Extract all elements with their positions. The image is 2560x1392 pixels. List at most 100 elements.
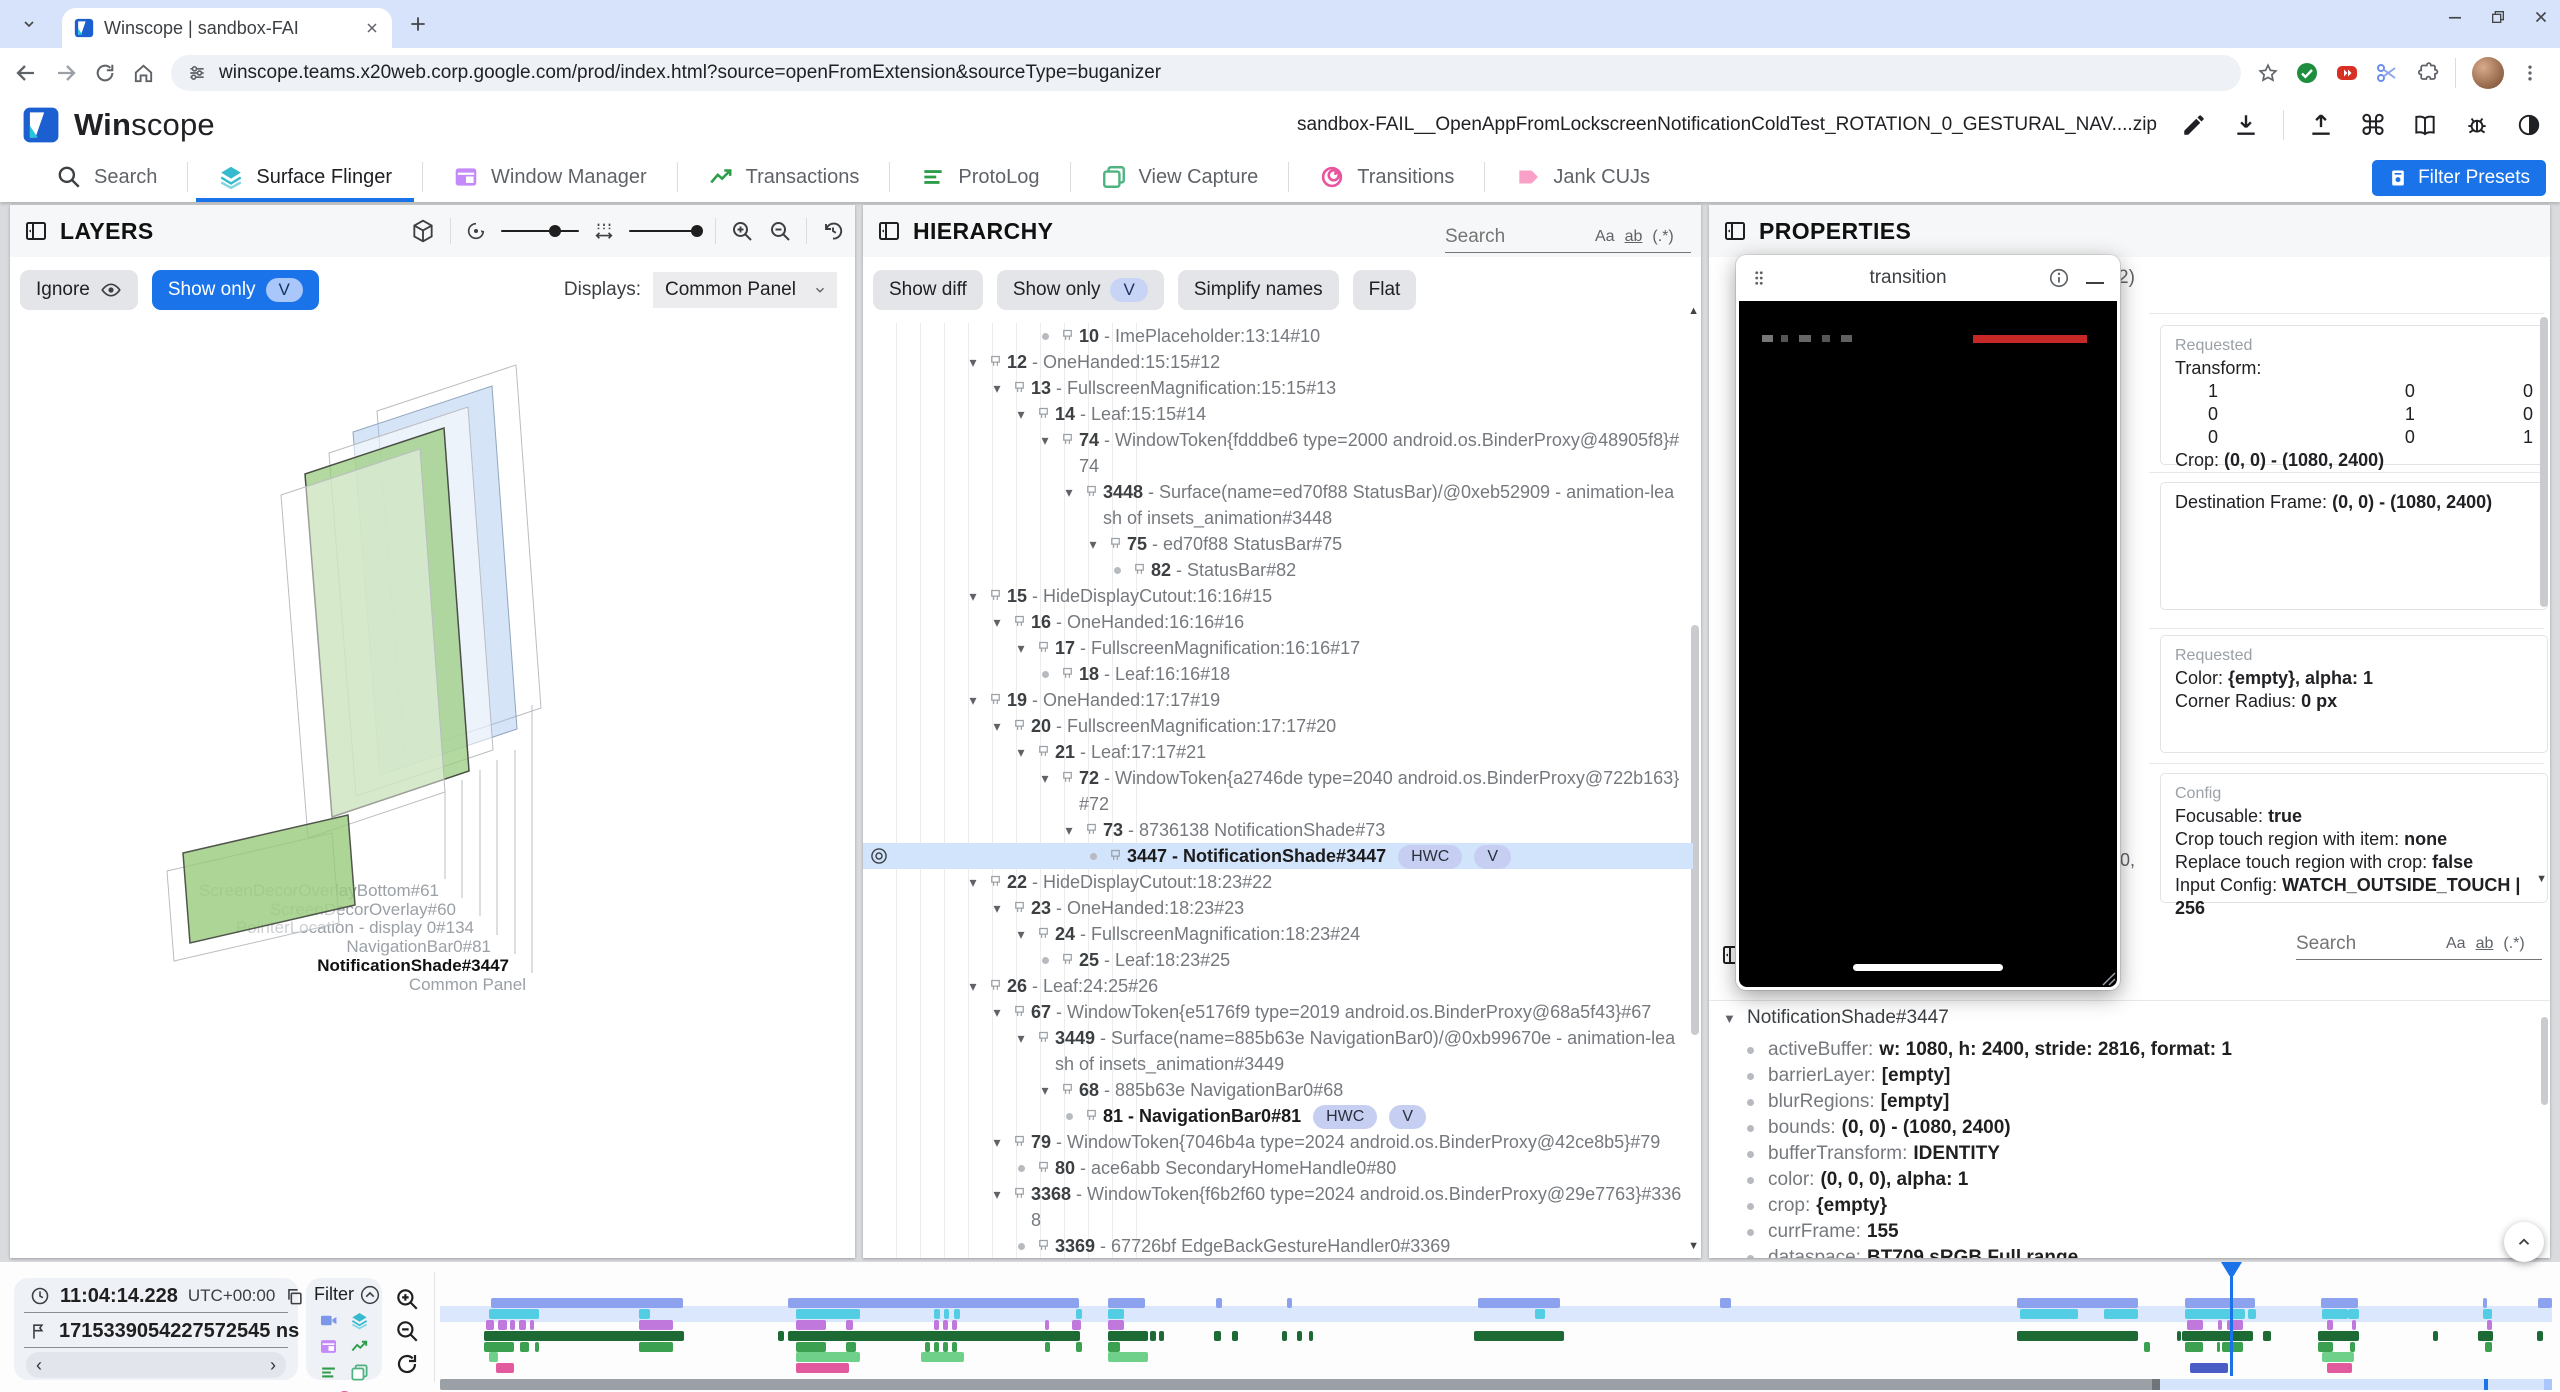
- hierarchy-node[interactable]: ▾3448 - Surface(name=ed70f88 StatusBar)/…: [863, 479, 1693, 531]
- expander-icon[interactable]: ▾: [987, 713, 1007, 739]
- expander-icon[interactable]: ▾: [1035, 765, 1055, 791]
- trace-entry-bar-protolog[interactable]: [1108, 1342, 1120, 1352]
- scroll-down-icon[interactable]: ▼: [2536, 873, 2547, 885]
- reset-view-icon[interactable]: [821, 219, 845, 243]
- flat-chip[interactable]: Flat: [1353, 270, 1417, 310]
- hierarchy-node[interactable]: ▾67 - WindowToken{e5176f9 type=2019 andr…: [863, 999, 1693, 1025]
- trace-entry-bar-protolog[interactable]: [520, 1342, 529, 1352]
- trace-entry-bar-screen[interactable]: [2483, 1298, 2487, 1308]
- expander-icon[interactable]: ▾: [963, 583, 983, 609]
- cursor-head[interactable]: [2221, 1262, 2242, 1278]
- trace-entry-bar-transactions[interactable]: [1232, 1331, 1238, 1341]
- trace-entry-bar-transactions[interactable]: [2182, 1331, 2253, 1341]
- expander-icon[interactable]: ▾: [1035, 1077, 1055, 1103]
- hierarchy-node[interactable]: ▾79 - WindowToken{7046b4a type=2024 andr…: [863, 1129, 1693, 1155]
- show-only-chip[interactable]: Show onlyV: [997, 270, 1164, 310]
- trace-entry-bar-transactions[interactable]: [1108, 1331, 1148, 1341]
- trace-entry-bar-wm[interactable]: [846, 1320, 853, 1330]
- panel-icon[interactable]: [1723, 219, 1747, 243]
- hierarchy-node[interactable]: 10 - ImePlaceholder:13:14#10: [863, 323, 1693, 349]
- trace-entry-bar-screen[interactable]: [491, 1298, 683, 1308]
- trace-entry-bar-transitions[interactable]: [496, 1363, 514, 1373]
- zoom-out-icon[interactable]: [768, 219, 792, 243]
- expander-icon[interactable]: ▾: [987, 375, 1007, 401]
- trace-tab-surface-flinger[interactable]: Surface Flinger: [188, 152, 422, 202]
- expander-icon[interactable]: ▾: [1011, 921, 1031, 947]
- minimize-icon[interactable]: [2086, 282, 2104, 285]
- trace-entry-bar-transactions[interactable]: [2017, 1331, 2138, 1341]
- trace-entry-bar-transitions[interactable]: [2190, 1363, 2228, 1373]
- hierarchy-node[interactable]: ▾72 - WindowToken{a2746de type=2040 andr…: [863, 765, 1693, 817]
- trace-entry-bar-transactions[interactable]: [2177, 1331, 2181, 1341]
- prev-entry-icon[interactable]: ‹: [36, 1355, 42, 1376]
- trace-entry-bar-sf[interactable]: [796, 1309, 860, 1319]
- properties-tree-root[interactable]: ▼ NotificationShade#3447: [1723, 1005, 1949, 1031]
- trace-entry-bar-transactions[interactable]: [2478, 1331, 2493, 1341]
- hierarchy-node[interactable]: 3369 - 67726bf EdgeBackGestureHandler0#3…: [863, 1233, 1693, 1258]
- hierarchy-node[interactable]: 82 - StatusBar#82: [863, 557, 1693, 583]
- trace-entry-bar-sf[interactable]: [2348, 1309, 2359, 1319]
- trace-tab-transactions[interactable]: Transactions: [678, 152, 890, 202]
- trace-entry-bar-screen[interactable]: [2321, 1298, 2358, 1308]
- hierarchy-node[interactable]: ▾23 - OneHanded:18:23#23: [863, 895, 1693, 921]
- trace-entry-bar-protolog[interactable]: [943, 1342, 948, 1352]
- layer-rect-4[interactable]: [281, 449, 445, 838]
- tab-close-icon[interactable]: [364, 20, 380, 36]
- shortcuts-icon[interactable]: ⌘: [2358, 110, 2388, 140]
- collapse-filter-icon[interactable]: [360, 1285, 380, 1305]
- trace-tab-transitions[interactable]: Transitions: [1289, 152, 1484, 202]
- trace-entry-bar-sf[interactable]: [2104, 1309, 2138, 1319]
- timeline-tracks[interactable]: [440, 1262, 2552, 1392]
- hierarchy-node[interactable]: ▾3368 - WindowToken{f6b2f60 type=2024 an…: [863, 1181, 1693, 1233]
- trace-entry-bar-wm[interactable]: [486, 1320, 494, 1330]
- trace-entry-bar-wm[interactable]: [2187, 1320, 2203, 1330]
- trace-entry-bar-protolog[interactable]: [639, 1342, 673, 1352]
- trace-entry-bar-protolog[interactable]: [2485, 1342, 2492, 1352]
- trace-entry-bar-screen[interactable]: [1287, 1298, 1292, 1308]
- trace-entry-bar-screen[interactable]: [788, 1298, 1079, 1308]
- ns-time-field[interactable]: 1715339054227572545 ns: [24, 1315, 288, 1348]
- ignore-chip[interactable]: Ignore: [20, 270, 138, 310]
- trace-entry-bar-transactions[interactable]: [1282, 1331, 1287, 1341]
- drag-handle-icon[interactable]: [1750, 269, 1768, 287]
- trace-tab-jank-cujs[interactable]: Jank CUJs: [1485, 152, 1680, 202]
- browser-tab[interactable]: Winscope | sandbox-FAI: [62, 8, 392, 48]
- download-icon[interactable]: [2231, 110, 2261, 140]
- properties-scrollbar[interactable]: [2540, 317, 2548, 607]
- trace-entry-bar-wm[interactable]: [934, 1320, 939, 1330]
- trace-entry-bar-transactions[interactable]: [1150, 1331, 1156, 1341]
- trace-entry-bar-viewcapture[interactable]: [921, 1352, 964, 1362]
- forward-icon[interactable]: [54, 61, 78, 85]
- 3d-view-icon[interactable]: [410, 218, 436, 244]
- trace-entry-bar-protolog[interactable]: [934, 1342, 939, 1352]
- expander-icon[interactable]: ▾: [1083, 531, 1103, 557]
- site-settings-icon[interactable]: [187, 63, 207, 83]
- trace-entry-bar-protolog[interactable]: [2144, 1342, 2150, 1352]
- trace-entry-bar-transactions[interactable]: [1474, 1331, 1564, 1341]
- videocam-filter-icon[interactable]: [319, 1311, 338, 1330]
- trace-tab-view-capture[interactable]: View Capture: [1071, 152, 1289, 202]
- trace-entry-bar-protolog[interactable]: [1076, 1342, 1082, 1352]
- trace-entry-bar-protolog[interactable]: [952, 1342, 957, 1352]
- hierarchy-node[interactable]: ▾24 - FullscreenMagnification:18:23#24: [863, 921, 1693, 947]
- trace-entry-bar-protolog[interactable]: [846, 1342, 856, 1352]
- tab-search-icon[interactable]: [14, 9, 44, 39]
- timeline-reset-icon[interactable]: [395, 1352, 419, 1376]
- timeline-cursor[interactable]: [2230, 1272, 2233, 1376]
- window-close-icon[interactable]: [2532, 8, 2550, 26]
- trace-entry-bar-wm[interactable]: [519, 1320, 526, 1330]
- show-only-chip[interactable]: Show onlyV: [152, 270, 319, 310]
- rotation-slider[interactable]: [501, 230, 579, 233]
- expander-icon[interactable]: ▾: [1011, 1025, 1031, 1051]
- expander-icon[interactable]: ▾: [987, 895, 1007, 921]
- hierarchy-node[interactable]: ▾68 - 885b63e NavigationBar0#68: [863, 1077, 1693, 1103]
- property-tree-item[interactable]: dataspace:BT709 sRGB Full range: [1709, 1245, 2540, 1258]
- trace-entry-bar-screen[interactable]: [2185, 1298, 2255, 1308]
- trace-entry-bar-sf[interactable]: [639, 1309, 650, 1319]
- trace-entry-bar-protolog[interactable]: [2318, 1342, 2333, 1352]
- trace-entry-bar-protolog[interactable]: [2217, 1342, 2220, 1352]
- hierarchy-node[interactable]: ▾14 - Leaf:15:15#14: [863, 401, 1693, 427]
- trace-entry-bar-protolog[interactable]: [925, 1342, 930, 1352]
- collapse-timeline-button[interactable]: [2504, 1222, 2544, 1262]
- show-diff-chip[interactable]: Show diff: [873, 270, 983, 310]
